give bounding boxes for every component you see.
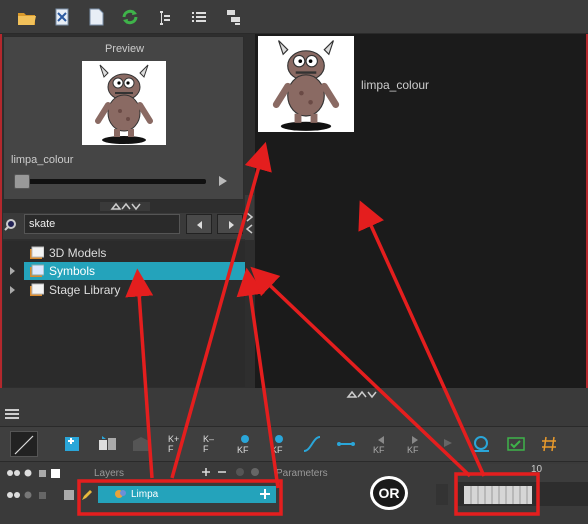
delete-key-icon[interactable]: KF bbox=[268, 433, 290, 455]
tree-item-symbols[interactable]: Symbols bbox=[10, 262, 245, 280]
motion-icon[interactable] bbox=[96, 433, 118, 455]
svg-text:KF: KF bbox=[271, 445, 283, 455]
expand-arrow-icon[interactable] bbox=[10, 286, 15, 294]
next-keyframe-icon[interactable]: KF bbox=[404, 433, 426, 455]
folder-icon bbox=[29, 246, 44, 260]
gallery-item-label: limpa_colour bbox=[361, 78, 430, 92]
svg-text:F: F bbox=[203, 444, 209, 454]
layer-buttons[interactable] bbox=[200, 465, 262, 479]
add-icon[interactable] bbox=[258, 487, 272, 501]
ease-curve-icon[interactable] bbox=[301, 433, 323, 455]
parameters-label: Parameters bbox=[276, 468, 328, 479]
refresh-icon[interactable] bbox=[119, 6, 141, 28]
svg-text:KF: KF bbox=[407, 445, 419, 455]
svg-text:KF: KF bbox=[373, 445, 385, 455]
add-drawing-icon[interactable] bbox=[63, 433, 85, 455]
folder-icon bbox=[29, 264, 44, 278]
document-icon[interactable] bbox=[85, 6, 107, 28]
expand-arrow-icon[interactable] bbox=[10, 267, 15, 275]
tree-view-icon[interactable] bbox=[154, 6, 176, 28]
library-toolbar bbox=[0, 0, 588, 34]
add-keyframe-icon[interactable]: K+ F bbox=[165, 433, 187, 455]
svg-text:F: F bbox=[168, 444, 174, 454]
search-prev-button[interactable] bbox=[186, 214, 212, 234]
preview-title: Preview bbox=[104, 43, 145, 55]
list-view-icon[interactable] bbox=[188, 6, 210, 28]
panel-splitter-top[interactable] bbox=[100, 202, 150, 211]
svg-text:KF: KF bbox=[237, 445, 249, 455]
frame-cells[interactable] bbox=[464, 486, 532, 504]
pencil-icon bbox=[80, 488, 92, 502]
preview-panel: Preview limpa_colour bbox=[3, 36, 244, 200]
panel-splitter-bottom[interactable] bbox=[340, 390, 390, 399]
lipsync-icon[interactable] bbox=[538, 433, 560, 455]
library-gallery: limpa_colour bbox=[255, 34, 586, 388]
or-badge: OR bbox=[370, 476, 408, 510]
tree-item-label: 3D Models bbox=[49, 246, 107, 260]
peg-icon[interactable] bbox=[130, 433, 152, 455]
preview-name: limpa_colour bbox=[11, 154, 74, 166]
play-icon[interactable] bbox=[219, 176, 227, 186]
tree-item-3d-models[interactable]: 3D Models bbox=[3, 244, 245, 262]
tree-item-label: Stage Library bbox=[49, 283, 121, 297]
panel-splitter-vertical[interactable] bbox=[245, 195, 254, 240]
layers-label: Layers bbox=[94, 468, 125, 479]
line-tool-icon[interactable] bbox=[10, 431, 38, 457]
folder-icon bbox=[29, 283, 44, 297]
expand-icon[interactable] bbox=[222, 6, 244, 28]
timeline-panel: K+ F K– F KF KF KF KF Layers Parameters 10… bbox=[0, 400, 588, 524]
character-thumbnail-icon bbox=[272, 40, 340, 131]
library-tree: 3D Models Symbols Stage Library bbox=[3, 241, 245, 387]
svg-text:K–: K– bbox=[203, 434, 214, 444]
open-folder-icon[interactable] bbox=[16, 6, 38, 28]
excel-icon[interactable] bbox=[51, 6, 73, 28]
layer-row-toggles[interactable] bbox=[6, 488, 76, 502]
search-input[interactable] bbox=[24, 214, 180, 234]
layer-name: Limpa bbox=[131, 489, 159, 500]
character-thumbnail-icon bbox=[95, 64, 153, 144]
layer-scrollbar[interactable] bbox=[436, 484, 448, 505]
drawing-layer-icon bbox=[114, 488, 128, 500]
preview-thumbnail bbox=[82, 61, 166, 145]
gallery-thumbnail[interactable] bbox=[258, 36, 354, 132]
svg-text:K+: K+ bbox=[168, 434, 179, 444]
frame-number: 10 bbox=[531, 464, 543, 475]
linear-icon[interactable] bbox=[335, 433, 357, 455]
previous-keyframe-icon[interactable]: KF bbox=[370, 433, 392, 455]
onion-skin-icon[interactable] bbox=[470, 433, 492, 455]
layer-toggles-header bbox=[6, 467, 66, 479]
layer-name-cell[interactable]: Limpa bbox=[98, 486, 276, 503]
enable-icon[interactable] bbox=[505, 433, 527, 455]
menu-icon[interactable] bbox=[5, 408, 21, 420]
hide-icon[interactable] bbox=[440, 433, 462, 455]
search-next-button[interactable] bbox=[217, 214, 243, 234]
tree-item-label: Symbols bbox=[49, 264, 96, 278]
preview-scrubber[interactable] bbox=[14, 179, 206, 184]
frame-ruler[interactable] bbox=[458, 464, 588, 482]
timeline-toolbar bbox=[0, 426, 588, 462]
remove-keyframe-icon[interactable]: K– F bbox=[200, 433, 222, 455]
add-key-icon[interactable]: KF bbox=[234, 433, 256, 455]
tree-item-stage-library[interactable]: Stage Library bbox=[3, 281, 245, 299]
scrubber-handle[interactable] bbox=[14, 174, 30, 189]
search-icon bbox=[3, 218, 17, 232]
